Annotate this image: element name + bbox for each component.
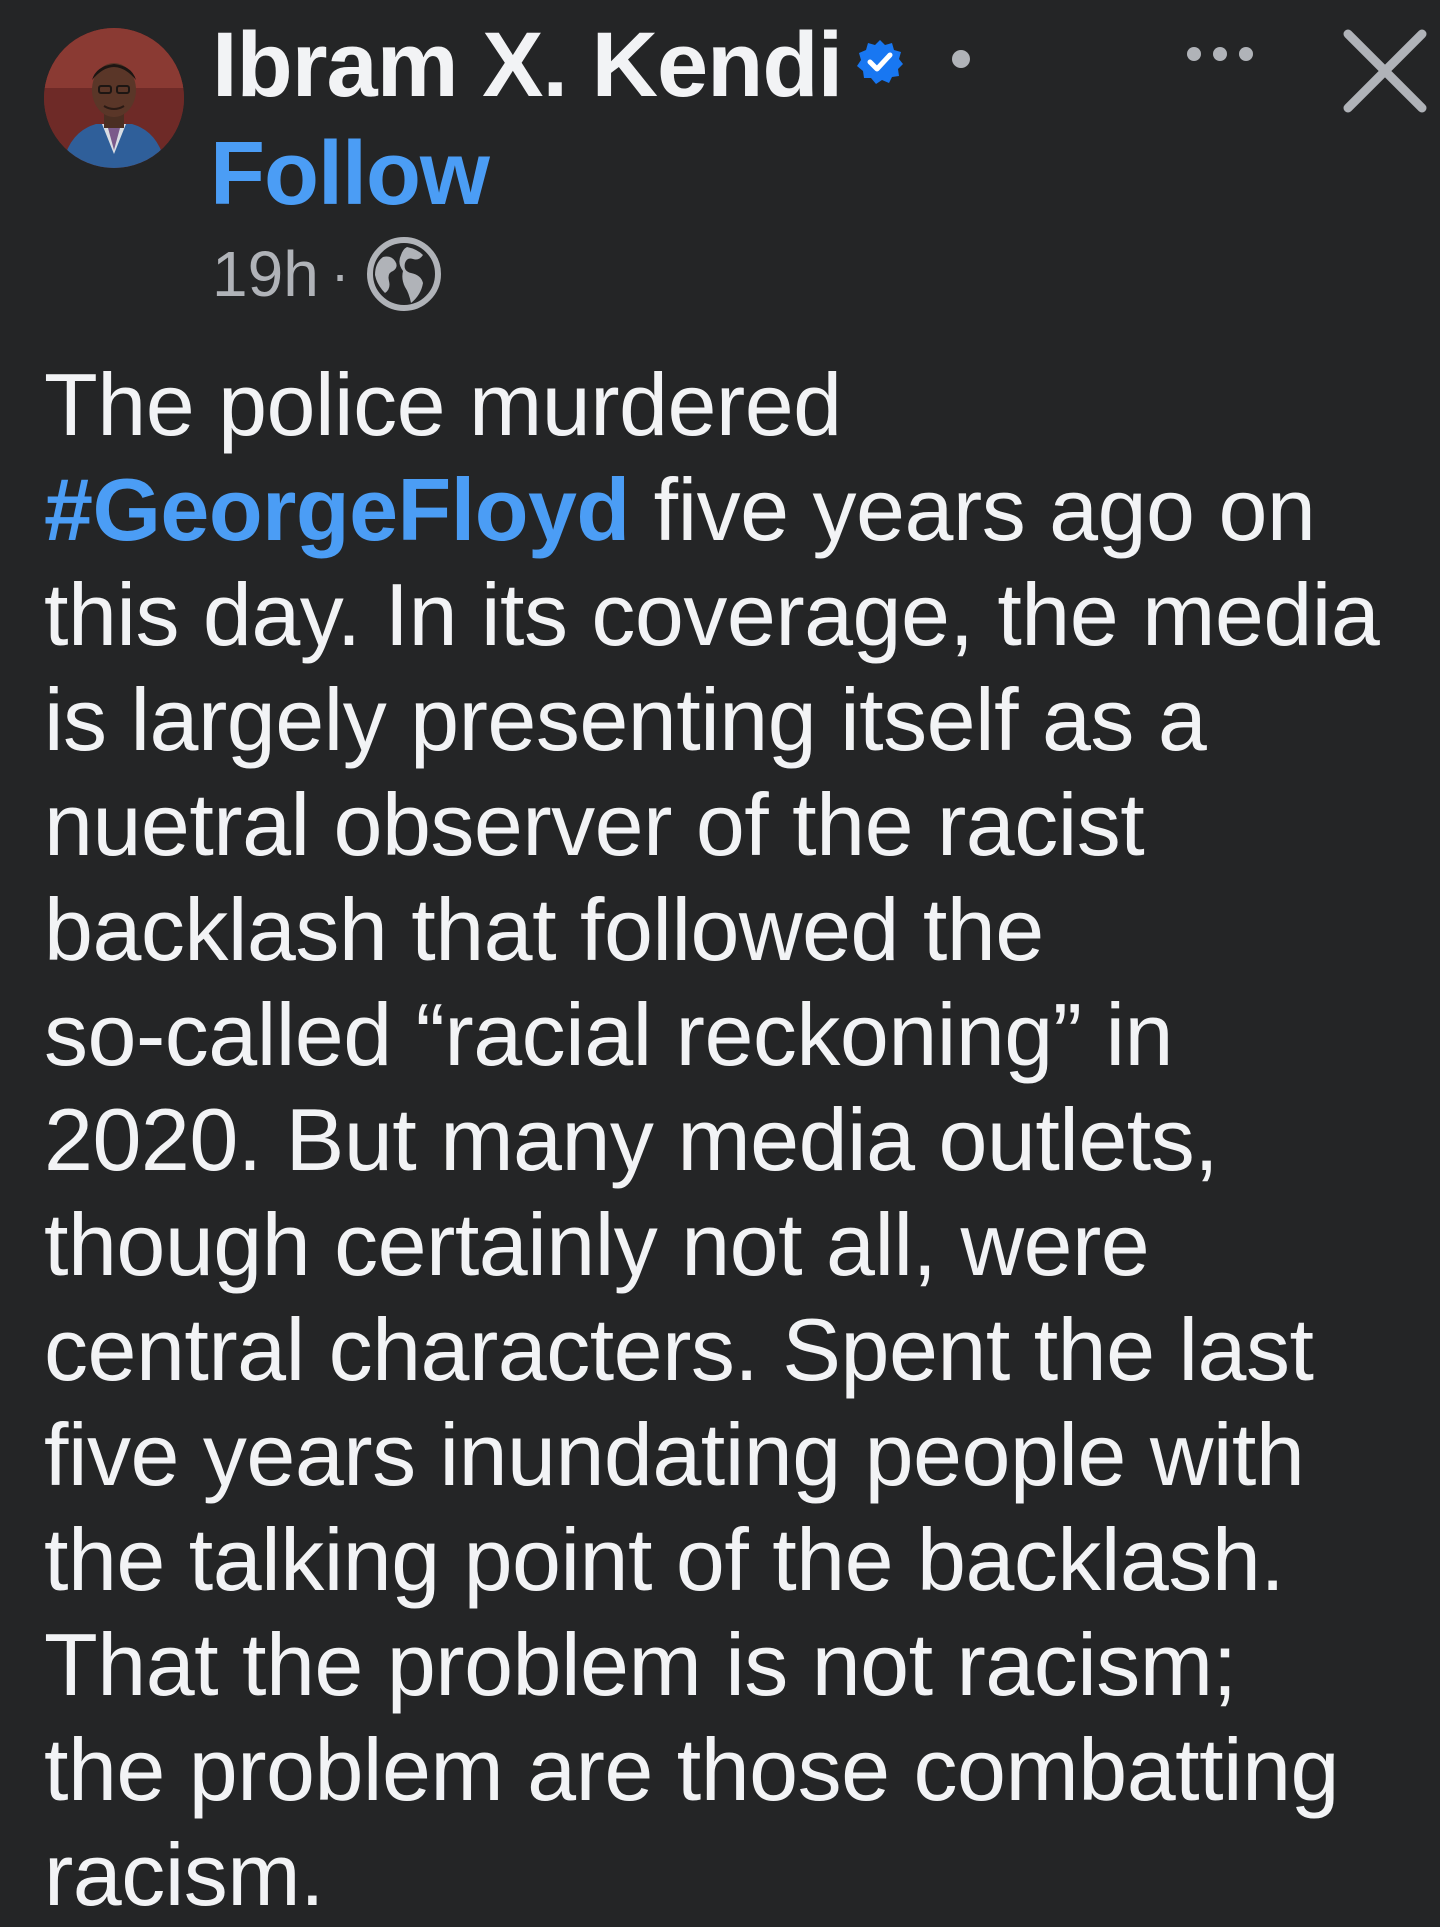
post-line: 2020. But many media outlets, [44,1090,1219,1189]
post-line: central characters. Spent the last [44,1300,1314,1399]
more-options-icon[interactable] [1180,26,1260,82]
meta-separator: · [330,242,350,305]
post-card: Ibram X. Kendi Follow 19h · The police m… [0,0,1440,1924]
post-line: five years inundating people with [44,1405,1305,1504]
name-separator-dot [952,50,970,68]
post-line: racism. [44,1825,325,1924]
globe-icon[interactable] [363,233,445,315]
follow-button[interactable]: Follow [210,122,490,226]
post-line: #GeorgeFloyd five years ago on [44,457,1424,562]
post-line: is largely presenting itself as a [44,670,1207,769]
author-name[interactable]: Ibram X. Kendi [212,12,843,118]
post-line: the talking point of the backlash. [44,1510,1285,1609]
post-line: so-called “racial reckoning” in [44,985,1173,1084]
hashtag-link[interactable]: #GeorgeFloyd [44,460,630,559]
post-timestamp[interactable]: 19h [212,236,319,312]
post-line: nuetral observer of the racist [44,775,1145,874]
post-meta: 19h · [212,236,445,312]
post-line: That the problem is not racism; [44,1615,1237,1714]
post-line: though certainly not all, were [44,1195,1150,1294]
post-body: The police murdered #GeorgeFloyd five ye… [44,352,1424,1927]
post-line-text: five years ago on [629,460,1316,559]
post-line: The police murdered [44,355,842,454]
close-icon[interactable] [1336,20,1436,120]
post-line: backlash that followed the [44,880,1044,979]
verified-badge-icon [857,40,903,84]
post-line: this day. In its coverage, the media [44,565,1380,664]
avatar-image [44,28,184,168]
author-avatar[interactable] [44,28,184,168]
post-line: the problem are those combatting [44,1720,1339,1819]
